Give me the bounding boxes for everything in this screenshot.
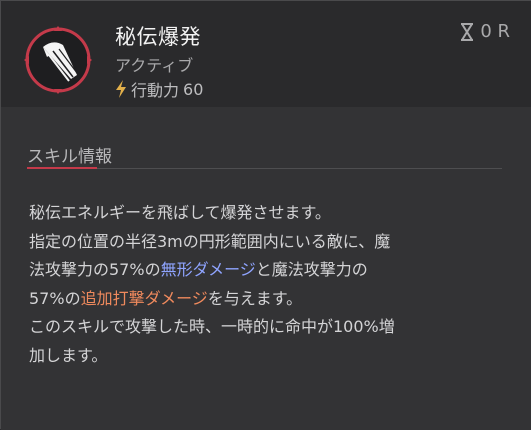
description-line: 指定の位置の半径3mの円形範囲内にいる敵に、魔 <box>29 231 391 251</box>
lightning-bolt-icon <box>116 80 126 98</box>
extra-strike-damage-term: 追加打撃ダメージ <box>80 288 208 308</box>
skill-header: 秘伝爆発 アクティブ 行動力 60 0 R <box>1 1 531 107</box>
cooldown-value: 0 R <box>480 21 510 42</box>
skill-type: アクティブ <box>115 56 194 75</box>
description-text: と魔法攻撃力の <box>255 260 368 279</box>
description-line: 法攻撃力の57%の無形ダメージと魔法攻撃力の <box>29 256 509 285</box>
hourglass-icon <box>461 22 474 41</box>
description-line: このスキルで攻撃した時、一時的に命中が100%増 <box>29 317 395 336</box>
section-title: スキル情報 <box>27 147 112 167</box>
skill-name: 秘伝爆発 <box>115 25 201 49</box>
skill-tooltip: 秘伝爆発 アクティブ 行動力 60 0 R スキル情報 秘伝エネルギーを飛ばして… <box>0 0 531 430</box>
description-text: 法攻撃力の57%の <box>29 260 161 279</box>
action-point-label: 行動力 <box>131 81 180 100</box>
section-divider-accent <box>27 167 97 169</box>
description-line: 秘伝エネルギーを飛ばして爆発させます。 <box>29 203 331 222</box>
action-point-cost: 行動力 60 <box>115 77 203 101</box>
formless-damage-term: 無形ダメージ <box>160 260 256 279</box>
description-text: を与えます。 <box>207 288 303 308</box>
section-divider <box>27 168 502 169</box>
description-line: 加します。 <box>29 345 108 365</box>
skill-comet-icon <box>24 26 92 94</box>
skill-description: 秘伝エネルギーを飛ばして爆発させます。 指定の位置の半径3mの円形範囲内にいる敵… <box>29 199 509 370</box>
cooldown: 0 R <box>460 21 510 42</box>
action-point-value: 60 <box>183 79 204 99</box>
description-line: 57%の追加打撃ダメージを与えます。 <box>29 285 509 314</box>
description-text: 57%の <box>29 288 81 308</box>
